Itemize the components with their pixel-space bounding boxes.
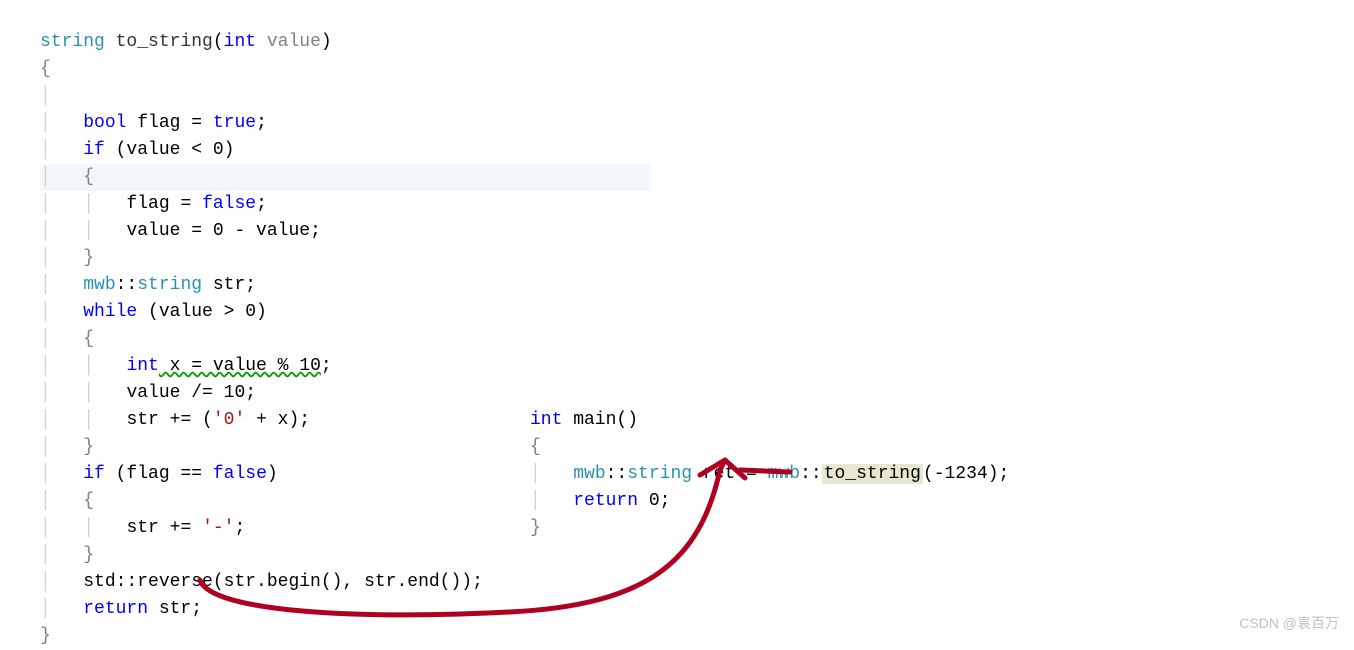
- brace: }: [530, 518, 541, 538]
- stmt: value /= 10;: [126, 383, 256, 403]
- kw-while: while: [83, 302, 137, 322]
- brace: {: [83, 491, 94, 511]
- namespace: mwb: [573, 464, 605, 484]
- param-type: int: [224, 32, 256, 52]
- cond: (value > 0): [137, 302, 267, 322]
- kw-int: int: [530, 410, 562, 430]
- brace: }: [83, 437, 94, 457]
- ret-val: str;: [148, 599, 202, 619]
- namespace: mwb: [83, 275, 115, 295]
- kw-if: if: [83, 140, 105, 160]
- kw-if: if: [83, 464, 105, 484]
- bool-val: false: [213, 464, 267, 484]
- return-type: string: [40, 32, 105, 52]
- type: string: [627, 464, 692, 484]
- kw-bool: bool: [83, 113, 126, 133]
- stmt: value = 0 - value;: [126, 221, 320, 241]
- char-literal: '-': [202, 518, 234, 538]
- bool-val: true: [213, 113, 256, 133]
- kw-return: return: [83, 599, 148, 619]
- param-name: value: [267, 32, 321, 52]
- func-name: to_string: [116, 32, 213, 52]
- type: string: [137, 275, 202, 295]
- stmt-squiggle: x = value % 10: [159, 356, 321, 376]
- kw-return: return: [573, 491, 638, 511]
- namespace: mwb: [768, 464, 800, 484]
- var: flag: [137, 113, 180, 133]
- stmt: std::reverse(str.begin(), str.end());: [83, 572, 483, 592]
- brace: {: [83, 167, 94, 187]
- var: str;: [202, 275, 256, 295]
- func-name: main(): [562, 410, 638, 430]
- right-code-block: int main() { │ mwb::string ret = mwb::to…: [530, 380, 1009, 542]
- ret-val: 0;: [638, 491, 670, 511]
- var: flag: [126, 194, 169, 214]
- call-highlight: to_string: [822, 464, 923, 484]
- kw-int: int: [126, 356, 158, 376]
- stmt: str += (: [126, 410, 212, 430]
- cond: (value < 0): [105, 140, 235, 160]
- call-args: (-1234);: [923, 464, 1009, 484]
- brace: }: [83, 545, 94, 565]
- cond: (flag ==: [105, 464, 213, 484]
- watermark: CSDN @袁百万: [1239, 613, 1339, 634]
- left-code-block: string to_string(int value) { │ │ bool f…: [40, 2, 650, 650]
- brace: }: [83, 248, 94, 268]
- brace: }: [40, 626, 51, 646]
- brace: {: [83, 329, 94, 349]
- brace: {: [40, 59, 51, 79]
- char-literal: '0': [213, 410, 245, 430]
- var: ret =: [692, 464, 768, 484]
- brace: {: [530, 437, 541, 457]
- bool-val: false: [202, 194, 256, 214]
- stmt: str +=: [126, 518, 202, 538]
